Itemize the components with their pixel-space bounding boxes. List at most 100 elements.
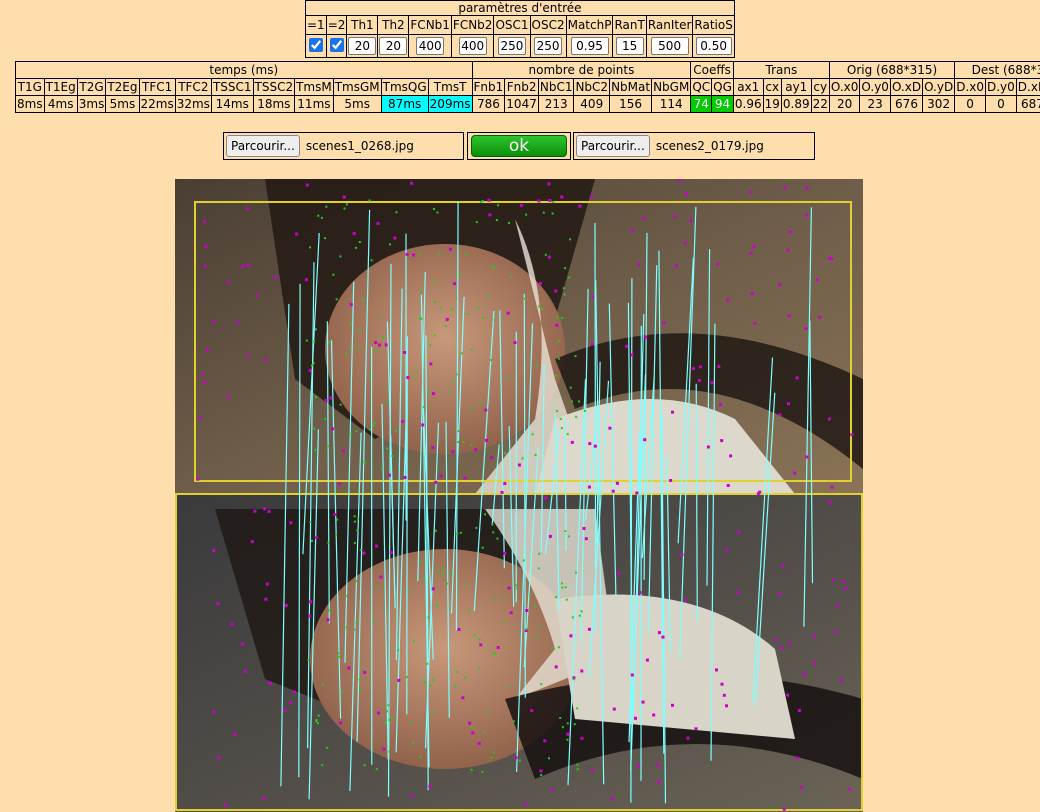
keypoint-marker [317,714,320,717]
keypoint-marker [316,722,319,725]
keypoint-marker [749,190,753,194]
stat-value-nbc1: 213 [537,95,575,113]
keypoint-marker [566,738,569,741]
browse-button-2[interactable]: Parcourir... [576,135,650,157]
keypoint-marker [534,454,537,456]
keypoint-marker [433,334,436,337]
matchp-input[interactable] [570,37,609,55]
osc1-input[interactable] [497,37,526,55]
stat-header-tssc1: TSSC1 [210,78,254,96]
keypoint-marker [357,517,360,520]
keypoint-marker [778,413,782,417]
keypoint-marker [478,666,481,669]
keypoint-marker [582,527,586,530]
keypoint-marker [610,797,614,801]
ratios-input[interactable] [695,37,732,55]
keypoint-marker [331,427,334,431]
keypoint-marker [593,444,597,448]
keypoint-marker [828,501,832,505]
keypoint-marker [506,311,510,315]
keypoint-marker [338,655,341,658]
keypoint-marker [484,513,487,516]
keypoint-marker [329,396,333,400]
keypoint-marker [474,448,478,451]
stat-header-tfc1: TFC1 [138,78,176,96]
keypoint-marker [512,720,515,723]
param-cell [565,34,614,58]
fcnb1-input[interactable] [416,37,445,55]
check-1-checkbox[interactable] [308,37,323,52]
keypoint-marker [611,489,615,493]
keypoint-marker [315,720,318,723]
keypoint-marker [264,357,268,361]
keypoint-marker [617,571,621,575]
keypoint-marker [455,373,458,376]
fcnb2-input[interactable] [458,37,487,55]
keypoint-marker [422,576,425,579]
keypoint-marker [645,658,649,662]
keypoint-marker [355,622,358,624]
keypoint-marker [578,614,581,617]
keypoint-marker [312,362,315,364]
keypoint-marker [517,463,521,467]
keypoint-marker [434,480,438,484]
param-cell [346,34,379,58]
group-header-trans: Trans [732,61,830,79]
keypoint-marker [332,273,335,276]
keypoint-marker [697,378,701,382]
keypoint-marker [818,315,822,319]
keypoint-marker [451,380,454,383]
stat-header-o-y0: O.y0 [859,78,891,96]
keypoint-marker [313,340,316,343]
keypoint-marker [384,343,388,347]
keypoint-marker [411,375,414,378]
stat-value-t1g: 8ms [15,95,45,113]
param-cell [692,34,735,58]
keypoint-marker [267,509,271,513]
stat-value-nbc2: 409 [573,95,611,113]
th1-input[interactable] [348,37,377,55]
stats-value-row: 8ms 4ms 3ms 5ms 22ms 32ms 14ms 18ms 11ms 5ms 87ms 2… [15,95,1040,113]
keypoint-marker [787,314,791,317]
keypoint-marker [788,230,792,234]
keypoint-marker [353,520,356,523]
keypoint-marker [559,717,562,719]
keypoint-marker [438,569,441,572]
keypoint-marker [569,238,572,241]
keypoint-marker [797,709,801,712]
osc2-input[interactable] [534,37,563,55]
keypoint-marker [304,278,308,282]
raniter-input[interactable] [650,37,689,55]
keypoint-marker [354,628,357,631]
keypoint-marker [787,402,790,406]
th2-input[interactable] [379,37,408,55]
keypoint-marker [448,390,451,393]
keypoint-marker [309,521,312,523]
stat-header-nbmat: NbMat [609,78,653,96]
keypoint-marker [521,457,524,460]
keypoint-marker [566,433,569,436]
stat-header-tmsqg: TmsQG [380,78,429,96]
keypoint-marker [652,713,656,717]
keypoint-marker [531,433,534,436]
param-header: FCNb2 [450,15,495,35]
browse-button-1[interactable]: Parcourir... [226,135,300,157]
keypoint-marker [847,787,851,791]
ok-button[interactable]: ok [471,135,567,157]
keypoint-marker [843,587,847,591]
check-2-checkbox[interactable] [329,37,344,52]
keypoint-marker [494,652,497,655]
keypoint-marker [309,246,312,249]
keypoint-marker [308,614,311,618]
keypoint-marker [557,357,560,360]
keypoint-marker [308,368,312,372]
keypoint-marker [212,549,216,553]
keypoint-marker [465,253,467,256]
keypoint-marker [434,301,436,303]
keypoint-marker [362,298,365,301]
keypoint-marker [356,529,359,532]
keypoint-marker [557,646,560,649]
keypoint-marker [573,723,576,726]
keypoint-marker [433,280,436,283]
rant-input[interactable] [615,37,644,55]
